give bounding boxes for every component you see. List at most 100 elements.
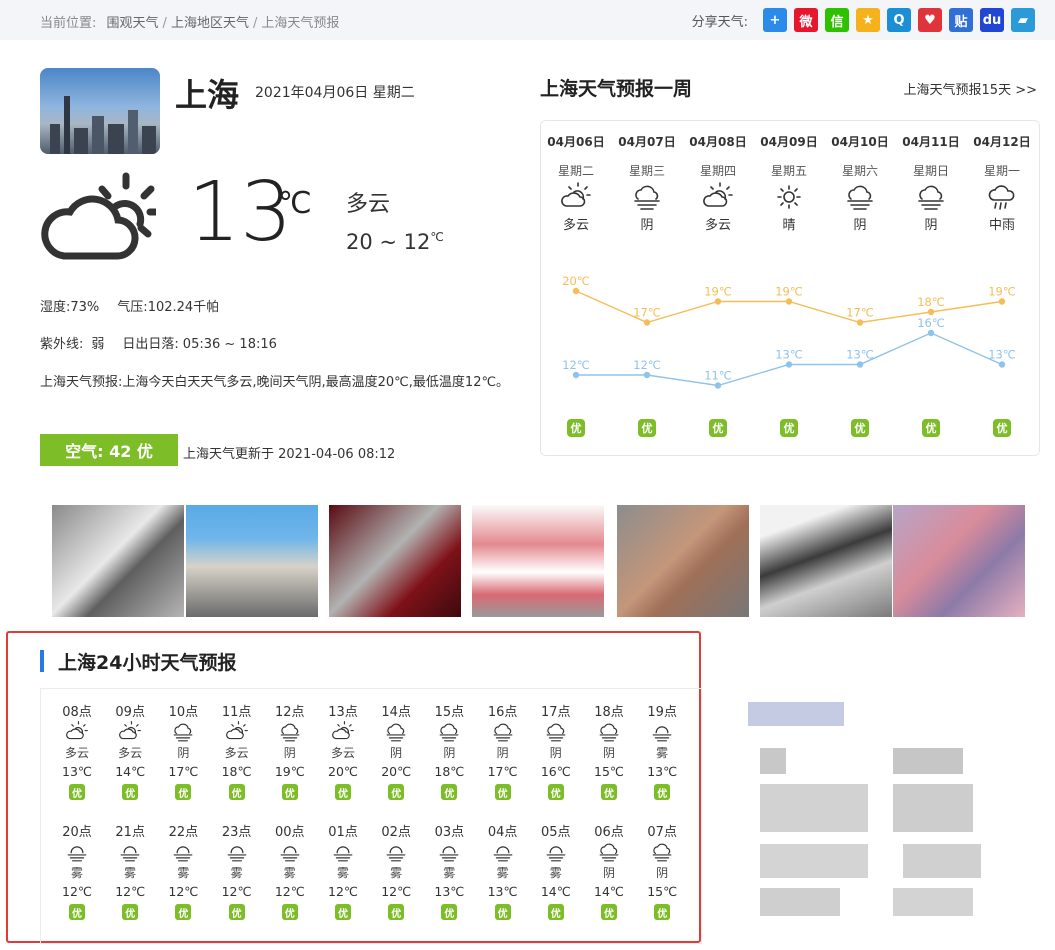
week-aqi-badge: 优	[851, 419, 869, 437]
qzone-icon[interactable]: ★	[856, 8, 880, 32]
overcast-icon	[595, 721, 623, 743]
week-day-column[interactable]: 04月11日 星期日阴	[896, 133, 966, 233]
fog-icon	[489, 841, 517, 863]
thumbnail-image[interactable]	[893, 505, 1025, 617]
hour-temperature: 16℃	[540, 764, 571, 779]
plus-share-icon[interactable]: +	[763, 8, 787, 32]
hour-time: 00点	[275, 825, 305, 840]
low-temp-label: 12℃	[562, 358, 590, 372]
breadcrumb-link-weather[interactable]: 围观天气	[107, 16, 159, 31]
hour-temperature: 12℃	[221, 884, 252, 899]
hour-condition: 多云	[330, 746, 355, 760]
hour-column[interactable]: 03点雾 13℃ 优	[423, 821, 475, 920]
hourly-forecast-title: 上海24小时天气预报	[58, 652, 237, 674]
hour-column[interactable]: 20点雾 12℃ 优	[51, 821, 103, 920]
wechat-icon[interactable]: 信	[825, 8, 849, 32]
fog-icon	[63, 841, 91, 863]
hour-temperature: 14℃	[540, 884, 571, 899]
low-temp-label: 13℃	[775, 348, 803, 362]
hour-column[interactable]: 23点雾 12℃ 优	[211, 821, 263, 920]
week-day-condition: 阴	[924, 218, 938, 233]
humidity-value: 73%	[70, 300, 100, 315]
hour-column[interactable]: 12点阴 19℃ 优	[264, 701, 316, 800]
side-panel	[738, 684, 1038, 946]
week-aqi-badge: 优	[780, 419, 798, 437]
thumbnail-image[interactable]	[760, 505, 892, 617]
hour-condition: 阴	[443, 746, 456, 760]
week-day-column[interactable]: 04月10日 星期六阴	[825, 133, 895, 233]
low-temp-point	[998, 361, 1006, 368]
thumbnail-image[interactable]	[329, 505, 461, 617]
note-icon[interactable]: ▰	[1011, 8, 1035, 32]
breadcrumb-current[interactable]: 上海天气预报	[261, 16, 339, 31]
air-quality-button[interactable]: 空气: 42 优	[40, 434, 178, 466]
hour-column[interactable]: 10点阴 17℃ 优	[157, 701, 209, 800]
hour-column[interactable]: 17点阴 16℃ 优	[530, 701, 582, 800]
hour-aqi-badge: 优	[122, 904, 139, 920]
week-day-column[interactable]: 04月07日 星期三阴	[612, 133, 682, 233]
hour-time: 21点	[115, 825, 145, 840]
range-value: 20 ~ 12	[346, 230, 431, 254]
hour-column[interactable]: 16点阴 17℃ 优	[477, 701, 529, 800]
week-day-column[interactable]: 04月09日 星期五晴	[754, 133, 824, 233]
hour-column[interactable]: 15点阴 18℃ 优	[423, 701, 475, 800]
high-temp-label: 18℃	[917, 295, 945, 309]
week-day-weekday: 星期四	[699, 164, 736, 178]
hour-time: 14点	[381, 705, 411, 720]
hour-column[interactable]: 18点阴 15℃ 优	[583, 701, 635, 800]
hour-temperature: 20℃	[328, 764, 358, 779]
hour-condition: 阴	[283, 746, 296, 760]
hour-column[interactable]: 06点阴 14℃ 优	[583, 821, 635, 920]
forecast-15-days-link[interactable]: 上海天气预报15天 >>	[904, 79, 1037, 98]
baidu-icon[interactable]: du	[980, 8, 1004, 32]
breadcrumb-link-region[interactable]: 上海地区天气	[171, 16, 249, 31]
hour-column[interactable]: 05点雾 14℃ 优	[530, 821, 582, 920]
hour-aqi-badge: 优	[494, 784, 511, 800]
hour-column[interactable]: 21点雾 12℃ 优	[104, 821, 156, 920]
hour-temperature: 19℃	[274, 764, 305, 779]
week-day-column[interactable]: 04月12日 星期一 中雨	[967, 133, 1037, 233]
share-label: 分享天气:	[691, 14, 748, 30]
city-photo	[40, 68, 160, 154]
high-temp-label: 19℃	[775, 285, 803, 299]
hour-column[interactable]: 00点雾 12℃ 优	[264, 821, 316, 920]
hour-column[interactable]: 08点 多云 13℃ 优	[51, 701, 103, 800]
hour-column[interactable]: 13点 多云 20℃ 优	[317, 701, 369, 800]
hour-column[interactable]: 01点雾 12℃ 优	[317, 821, 369, 920]
hour-condition: 阴	[177, 746, 190, 760]
weibo-icon[interactable]: 微	[794, 8, 818, 32]
hour-aqi-badge: 优	[228, 904, 245, 920]
hour-temperature: 12℃	[62, 884, 92, 899]
hour-column[interactable]: 04点雾 13℃ 优	[477, 821, 529, 920]
hour-column[interactable]: 02点雾 12℃ 优	[370, 821, 422, 920]
tieba-icon[interactable]: 贴	[949, 8, 973, 32]
thumbnail-image[interactable]	[186, 505, 318, 617]
thumbnail-image[interactable]	[52, 505, 184, 617]
temperature-range: 20 ~ 12℃	[346, 230, 444, 254]
hour-column[interactable]: 14点阴 20℃ 优	[370, 701, 422, 800]
thumbnail-image[interactable]	[617, 505, 749, 617]
hour-column[interactable]: 11点 多云 18℃ 优	[211, 701, 263, 800]
high-temp-point	[998, 298, 1006, 305]
hour-column[interactable]: 07点阴 15℃ 优	[636, 821, 688, 920]
heart-icon[interactable]: ♥	[918, 8, 942, 32]
hour-aqi-badge: 优	[494, 904, 511, 920]
week-day-column[interactable]: 04月06日 星期二 多云	[541, 133, 611, 233]
sun-value: 05:36 ~ 18:16	[182, 337, 277, 352]
hour-temperature: 13℃	[647, 764, 678, 779]
forecast-summary: 上海天气预报:上海今天白天天气多云,晚间天气阴,最高温度20℃,最低温度12℃。	[40, 375, 510, 390]
thumbnail-image[interactable]	[472, 505, 604, 617]
high-temp-point	[643, 319, 651, 326]
overcast-icon	[276, 721, 304, 743]
hour-column[interactable]: 19点雾 13℃ 优	[636, 701, 688, 800]
hour-column[interactable]: 22点雾 12℃ 优	[157, 821, 209, 920]
week-day-column[interactable]: 04月08日 星期四 多云	[683, 133, 753, 233]
qq-icon[interactable]: Q	[887, 8, 911, 32]
hour-time: 08点	[62, 705, 92, 720]
week-forecast-panel: 20℃ 17℃ 19℃ 19℃ 17℃ 18℃ 19℃ 12℃ 12℃ 11℃ 13℃ 13℃ 16℃ 1…	[540, 120, 1040, 456]
overcast-icon	[629, 182, 665, 212]
hour-column[interactable]: 09点 多云 14℃ 优	[104, 701, 156, 800]
week-aqi-badge: 优	[567, 419, 585, 437]
hour-aqi-badge: 优	[69, 904, 85, 920]
hour-aqi-badge: 优	[388, 784, 405, 800]
